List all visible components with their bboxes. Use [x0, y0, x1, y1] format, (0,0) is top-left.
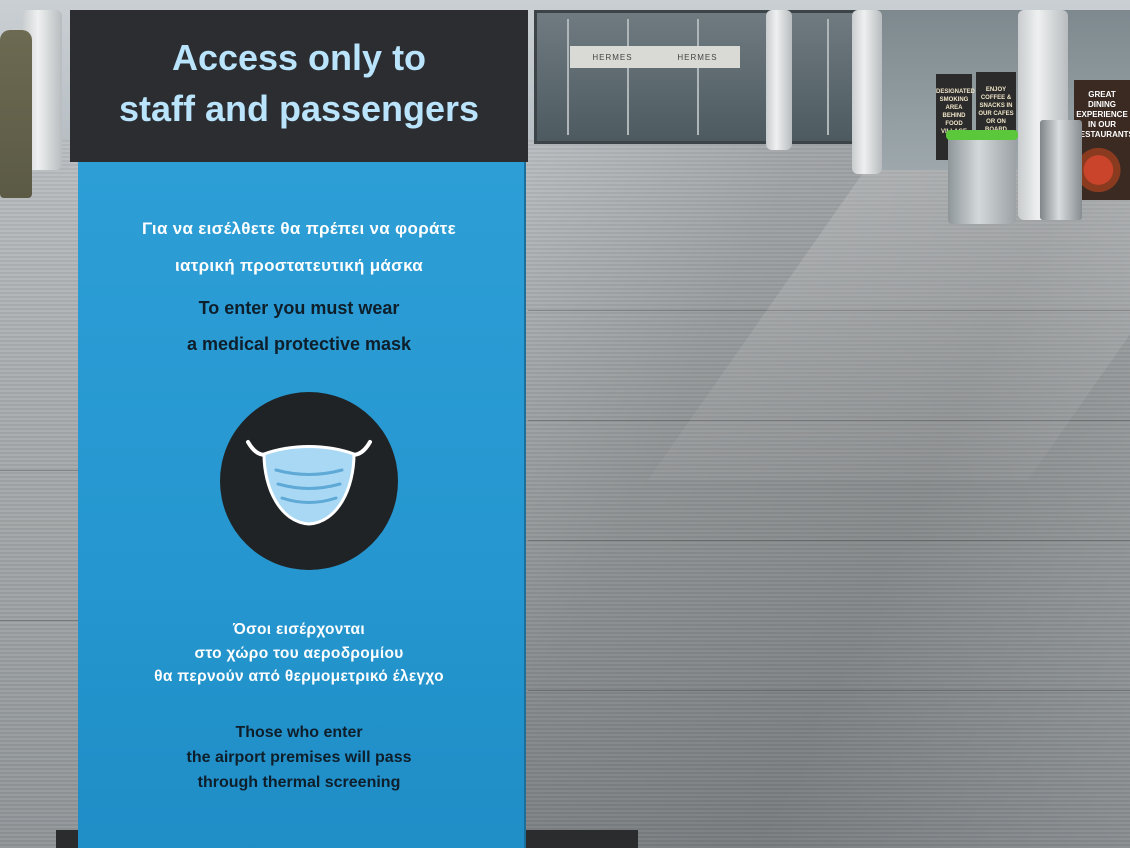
floor-joint: [0, 470, 80, 471]
airport-entrance-scene: HERMES HERMES DESIGNATED SMOKING AREA BE…: [0, 0, 1130, 848]
glass-mullion: [627, 19, 629, 135]
greek-screening-notice: Όσοι εισέρχονται στο χώρο του αεροδρομίο…: [154, 621, 444, 685]
entrance-sign-label: HERMES: [592, 52, 633, 62]
english-mask-notice: To enter you must wear a medical protect…: [186, 298, 412, 354]
glass-mullion: [827, 19, 829, 135]
entrance-sign-label: HERMES: [677, 52, 718, 62]
entrance-overhead-sign: HERMES HERMES: [570, 46, 740, 68]
glass-mullion: [697, 19, 699, 135]
mask-notice-sign: Access only to staff and passengers Για …: [70, 10, 528, 848]
food-photo: [1080, 146, 1126, 194]
sign-header: Access only to staff and passengers: [70, 10, 528, 162]
face-mask-icon: [246, 440, 372, 526]
ad-board-dining: GREAT DINING EXPERIENCE IN OUR RESTAURAN…: [1074, 80, 1130, 200]
sign-title: Access only to staff and passengers: [118, 37, 480, 129]
person-in-uniform: [0, 30, 32, 198]
greek-mask-notice: Για να εισέλθετε θα πρέπει να φοράτε ιατ…: [141, 219, 457, 275]
glass-mullion: [567, 19, 569, 135]
mask-badge: [220, 392, 398, 570]
terminal-glass-entrance: [534, 10, 870, 144]
ad-board-text: GREAT DINING EXPERIENCE IN OUR RESTAURAN…: [1074, 90, 1130, 139]
ad-board-coffee: ENJOY COFFEE & SNACKS IN OUR CAFES OR ON…: [976, 72, 1016, 138]
pillar: [852, 10, 882, 174]
steel-bin: [1040, 120, 1082, 220]
ad-board-text: DESIGNATED SMOKING AREA BEHIND FOOD VILL…: [936, 89, 975, 135]
english-screening-notice: Those who enter the airport premises wil…: [186, 724, 412, 791]
ad-board-text: ENJOY COFFEE & SNACKS IN OUR CAFES OR ON…: [978, 87, 1014, 133]
floor-shadow: [520, 140, 1130, 848]
pillar: [766, 10, 792, 150]
recycling-bin: [946, 130, 1018, 224]
